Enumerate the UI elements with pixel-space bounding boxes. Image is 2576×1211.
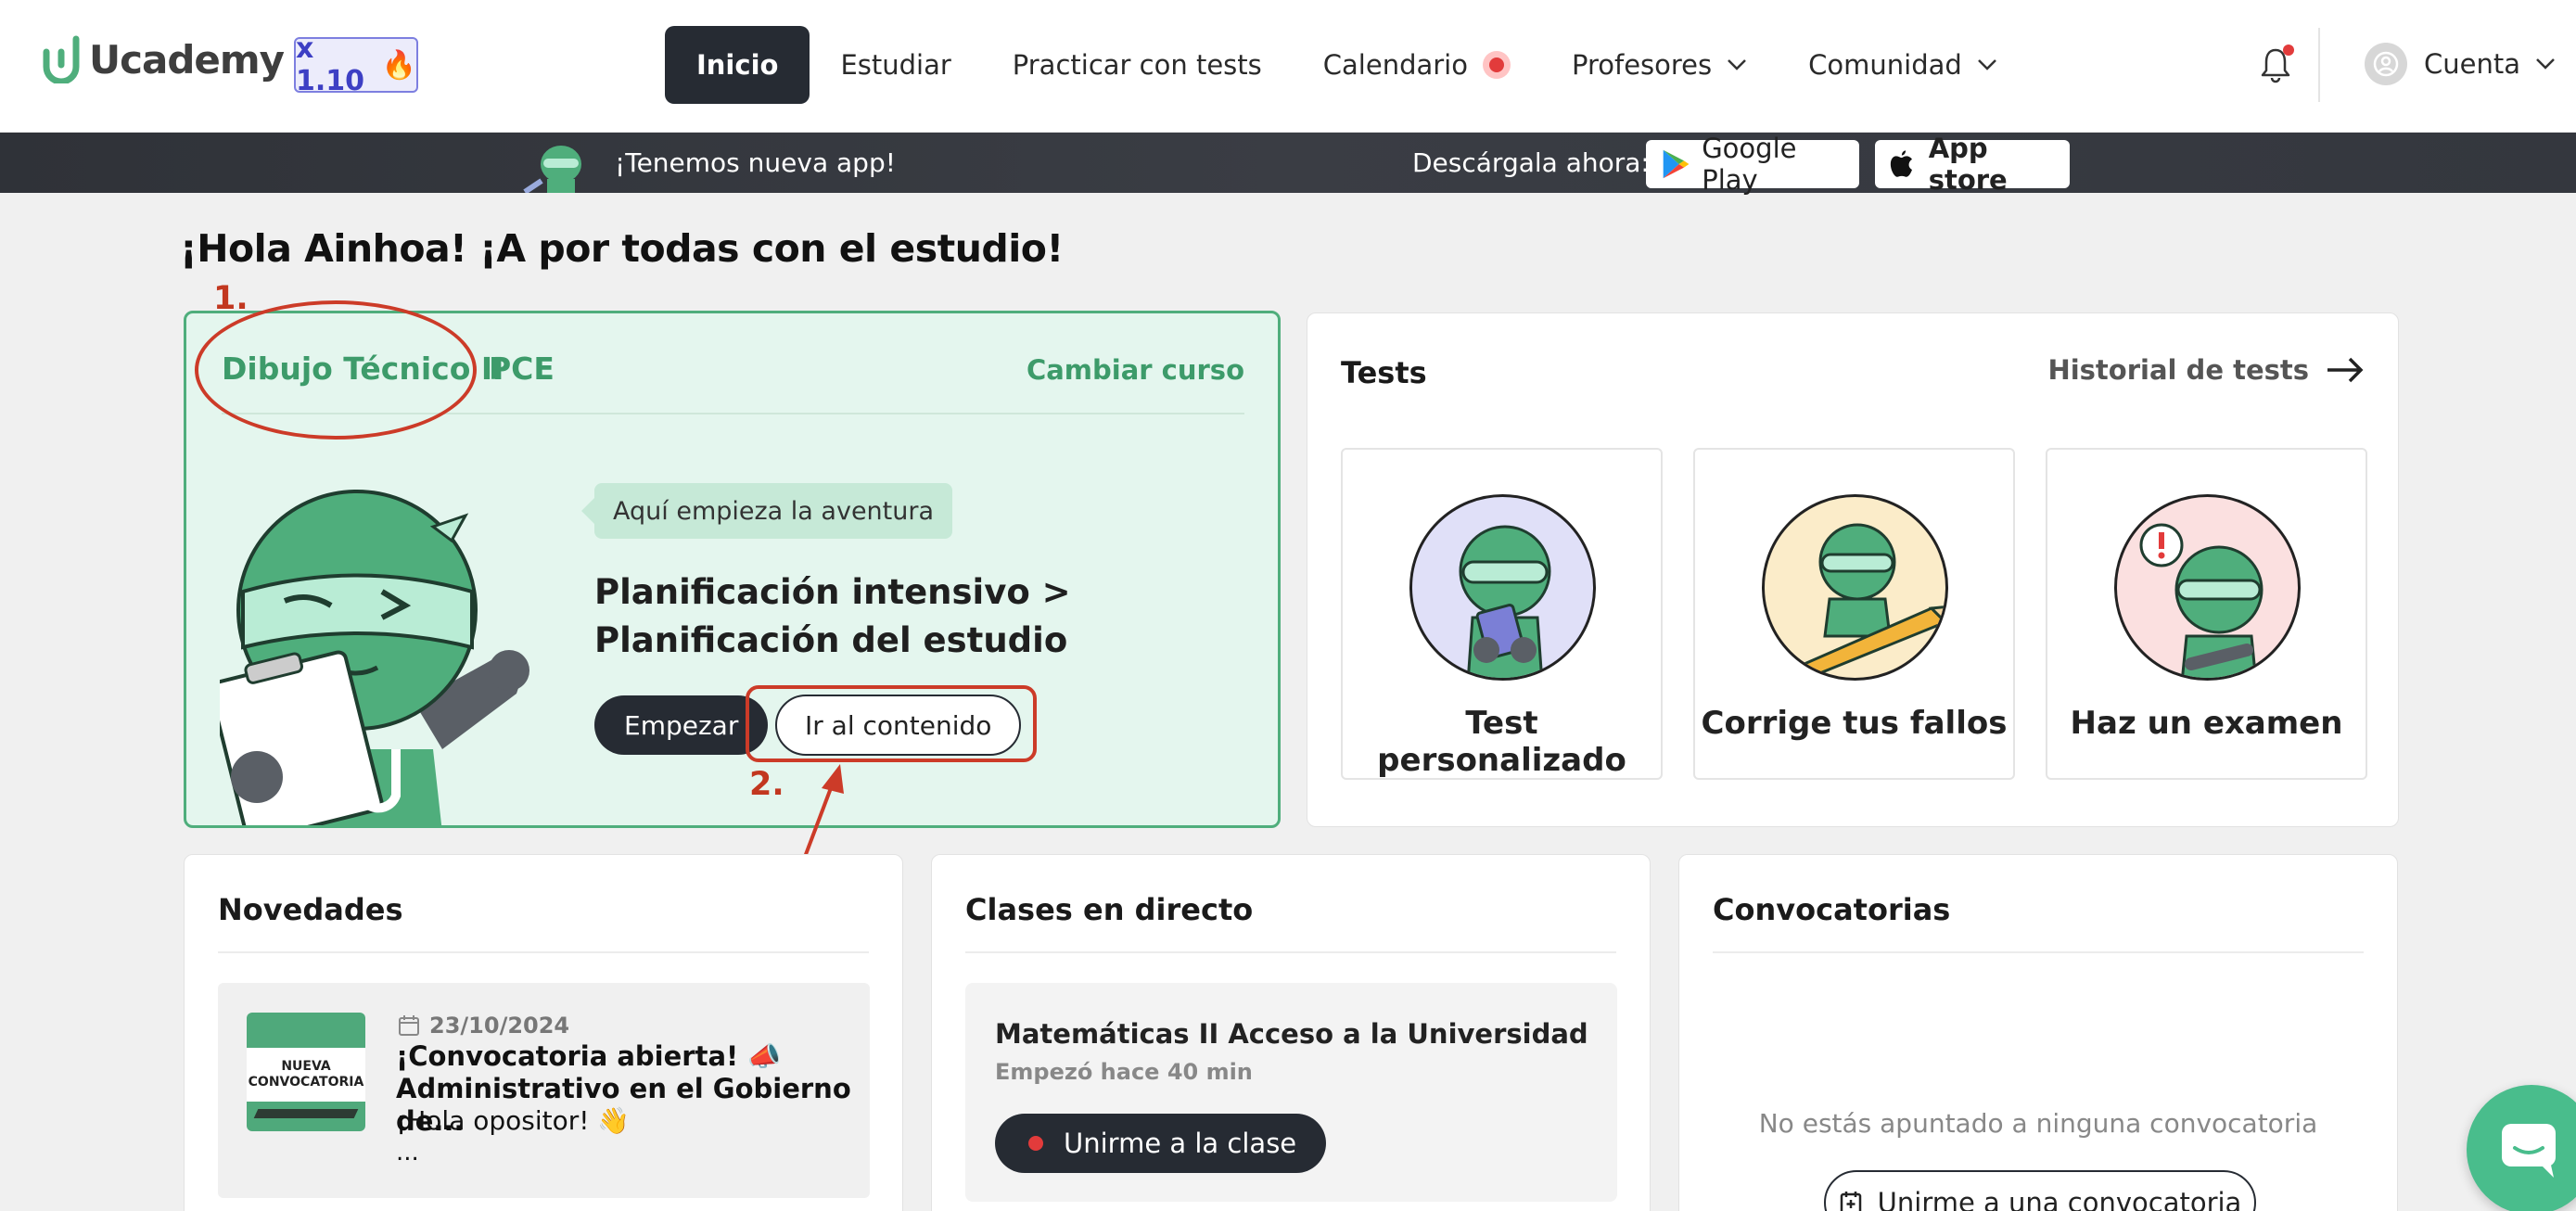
streak-badge[interactable]: x 1.10 🔥 [294, 32, 418, 97]
tile-exam[interactable]: Haz un examen [2046, 448, 2367, 780]
nav-estudiar[interactable]: Estudiar [810, 26, 981, 104]
mascot-alert-icon [2139, 523, 2264, 678]
lesson-title: Planificación intensivo > Planificación … [594, 572, 1071, 660]
news-date-text: 23/10/2024 [429, 1013, 570, 1039]
logo-text: Ucademy [89, 36, 285, 83]
nav-comunidad[interactable]: Comunidad [1778, 26, 2028, 104]
app-store-button[interactable]: App store [1875, 133, 2070, 196]
avatar [2365, 43, 2407, 85]
nav-practicar-label: Practicar con tests [1012, 49, 1262, 81]
chevron-down-icon [1728, 59, 1747, 70]
header-divider [2318, 28, 2320, 102]
arrow-right-icon [2327, 357, 2364, 383]
class-time: Empezó hace 40 min [995, 1059, 1253, 1085]
nav-calendario[interactable]: Calendario [1293, 26, 1541, 104]
start-button[interactable]: Empezar [594, 695, 769, 755]
annotation-rectangle [746, 685, 1037, 762]
custom-test-label: Test personalizado [1377, 705, 1626, 779]
news-item[interactable]: NUEVA CONVOCATORIA 23/10/2024 ¡Convocato… [218, 983, 870, 1198]
bubble-text: Aquí empieza la aventura [613, 496, 935, 526]
app-store-label: App store [1928, 133, 2008, 196]
course-code: PCE [489, 351, 555, 387]
nav-inicio[interactable]: Inicio [665, 26, 810, 104]
promo-text: ¡Tenemos nueva app! [615, 147, 896, 178]
calls-empty-message: No estás apuntado a ninguna convocatoria [1758, 1108, 2318, 1139]
nav-inicio-label: Inicio [696, 49, 779, 81]
tile-fix-mistakes[interactable]: Corrige tus fallos [1693, 448, 2015, 780]
nav-estudiar-label: Estudiar [840, 49, 951, 81]
notification-dot [2283, 45, 2294, 56]
greeting-heading: ¡Hola Ainhoa! ¡A por todas con el estudi… [180, 226, 1064, 271]
calendar-icon [399, 1015, 419, 1036]
adventure-bubble: Aquí empieza la aventura [580, 483, 953, 539]
annotation-ellipse [195, 300, 477, 440]
nav-calendario-label: Calendario [1322, 49, 1468, 81]
calls-panel: Convocatorias No estás apuntado a ningun… [1678, 854, 2398, 1211]
live-dot-icon [1482, 51, 1511, 79]
add-calendar-icon [1840, 1192, 1861, 1211]
divider [965, 951, 1616, 953]
news-title: Novedades [218, 892, 403, 927]
history-label: Historial de tests [2047, 354, 2309, 386]
join-class-label: Unirme a la clase [1064, 1128, 1297, 1159]
chat-icon [2502, 1124, 2556, 1178]
nav-comunidad-label: Comunidad [1808, 49, 1962, 81]
join-call-label: Unirme a una convocatoria [1877, 1187, 2242, 1211]
chat-button[interactable] [2467, 1085, 2576, 1211]
google-play-icon [1663, 149, 1690, 179]
account-label: Cuenta [2424, 48, 2520, 80]
logo-icon [43, 35, 80, 83]
exam-label: Haz un examen [2070, 705, 2343, 742]
app-promo-banner: ¡Tenemos nueva app! Descárgala ahora: Go… [0, 133, 2576, 196]
nav-practicar[interactable]: Practicar con tests [982, 26, 1293, 104]
mascot-cards-icon [1459, 525, 1551, 678]
promo-download-label: Descárgala ahora: [1412, 147, 1650, 178]
join-class-button[interactable]: Unirme a la clase [995, 1114, 1327, 1173]
exam-illustration [2114, 494, 2301, 681]
news-date: 23/10/2024 [398, 1013, 569, 1039]
google-play-button[interactable]: Google Play [1646, 133, 1859, 196]
test-history-link[interactable]: Historial de tests [2047, 354, 2365, 386]
tests-title: Tests [1341, 355, 1427, 390]
live-dot-icon [1028, 1136, 1043, 1151]
thumb-line-2: CONVOCATORIA [248, 1075, 364, 1090]
top-header: Ucademy x 1.10 🔥 Inicio Estudiar Practic… [0, 0, 2576, 133]
custom-test-illustration [1409, 494, 1596, 681]
streak-value: x 1.10 [296, 32, 365, 97]
nav-profesores-label: Profesores [1571, 49, 1713, 81]
mascot-icon [523, 146, 581, 193]
fix-mistakes-label: Corrige tus fallos [1701, 705, 2008, 742]
live-class-item: Matemáticas II Acceso a la Universidad E… [965, 983, 1617, 1202]
news-item-more: ... [396, 1139, 419, 1166]
nav-profesores[interactable]: Profesores [1541, 26, 1778, 104]
mascot-illustration [220, 490, 529, 825]
ucademy-logo[interactable]: Ucademy [43, 35, 285, 83]
account-menu[interactable]: Cuenta [2365, 43, 2556, 85]
news-panel: Novedades NUEVA CONVOCATORIA 23/10/2024 … [184, 854, 903, 1211]
change-course-link[interactable]: Cambiar curso [1027, 354, 1244, 386]
news-thumbnail: NUEVA CONVOCATORIA [247, 1013, 365, 1131]
divider [218, 951, 869, 953]
thumb-stripe [253, 1109, 359, 1118]
google-play-label: Google Play [1702, 133, 1797, 196]
thumb-line-1: NUEVA [281, 1059, 331, 1074]
divider [1713, 951, 2364, 953]
class-title: Matemáticas II Acceso a la Universidad [995, 1018, 1588, 1050]
apple-icon [1890, 150, 1912, 177]
user-icon [2373, 51, 2399, 77]
news-item-sub: ¡Hola opositor! 👋 [396, 1105, 631, 1136]
chevron-down-icon [1977, 59, 1996, 70]
tile-custom-test[interactable]: Test personalizado [1341, 448, 1663, 780]
annotation-step-1: 1. [213, 280, 249, 317]
tests-panel: Tests Historial de tests Test personaliz… [1307, 312, 2399, 827]
join-call-button[interactable]: Unirme a una convocatoria [1824, 1170, 2256, 1211]
fix-mistakes-illustration [1762, 494, 1948, 681]
live-classes-panel: Clases en directo Matemáticas II Acceso … [931, 854, 1651, 1211]
calls-title: Convocatorias [1713, 892, 1951, 927]
chevron-down-icon [2536, 58, 2555, 70]
fire-icon: 🔥 [381, 48, 416, 82]
main-nav: Inicio Estudiar Practicar con tests Cale… [665, 26, 2028, 104]
mascot-pencil-icon [1779, 523, 1945, 678]
live-classes-title: Clases en directo [965, 892, 1254, 927]
